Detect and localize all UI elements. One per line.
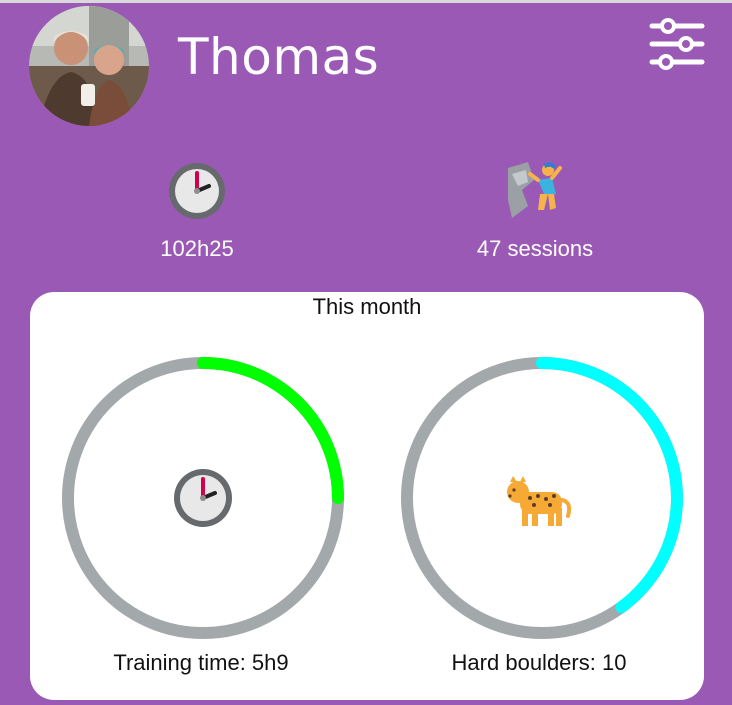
clock-icon	[174, 469, 232, 527]
training-time-label: Training time: 5h9	[113, 650, 289, 675]
sliders-settings-icon	[649, 18, 705, 70]
total-time-value: 102h25	[160, 236, 234, 261]
this-month-card: This month Training time: 5h9 Hard bould…	[30, 292, 704, 700]
hard-boulders-progress	[536, 357, 683, 614]
leopard-icon	[507, 476, 572, 526]
user-name: Thomas	[178, 28, 380, 86]
sessions-value: 47 sessions	[476, 236, 594, 261]
top-divider	[0, 0, 732, 3]
total-time-stat: 102h25	[137, 160, 257, 262]
training-time-ring	[62, 357, 344, 639]
hard-boulders-label: Hard boulders: 10	[451, 650, 627, 675]
hard-boulders-ring	[401, 357, 683, 639]
climber-icon	[508, 162, 562, 218]
settings-button[interactable]	[648, 18, 706, 70]
user-avatar[interactable]	[29, 6, 149, 126]
avatar-photo	[29, 6, 149, 126]
sessions-stat: 47 sessions	[455, 160, 615, 262]
card-title: This month	[312, 294, 422, 319]
clock-icon	[169, 163, 225, 219]
